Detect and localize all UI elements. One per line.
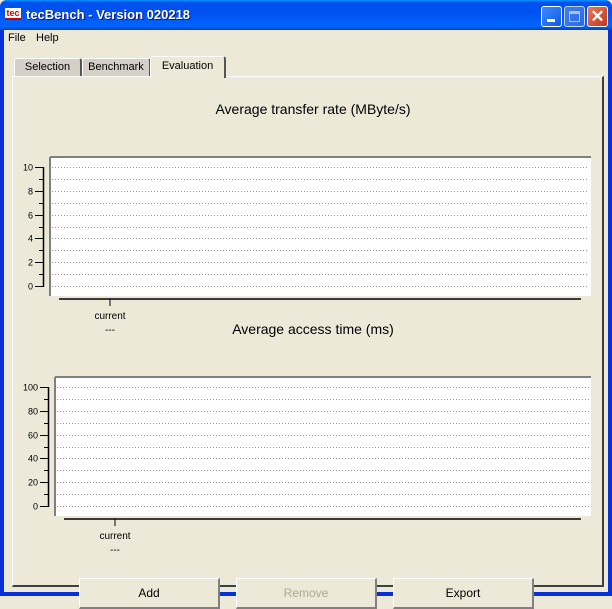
plot-area <box>50 157 591 296</box>
window-title: tecBench - Version 020218 <box>26 7 191 22</box>
close-button[interactable]: ✕ <box>587 6 608 27</box>
menu-bar: File Help <box>4 30 608 48</box>
y-tick-label: 4 <box>28 234 33 244</box>
y-tick-label: 8 <box>28 187 33 197</box>
x-tick-sublabel: --- <box>110 545 120 556</box>
y-tick-label: 80 <box>28 407 38 417</box>
tab-benchmark[interactable]: Benchmark <box>82 58 151 77</box>
x-tick-label: current <box>99 531 130 542</box>
y-tick-label: 60 <box>28 431 38 441</box>
close-icon: ✕ <box>590 7 605 26</box>
minimize-icon <box>547 19 555 22</box>
plot-area <box>55 377 591 516</box>
export-button[interactable]: Export <box>393 578 534 609</box>
maximize-button[interactable] <box>564 6 585 27</box>
y-tick-label: 6 <box>28 211 33 221</box>
tab-selection[interactable]: Selection <box>14 58 82 77</box>
y-tick-label: 20 <box>28 478 38 488</box>
y-tick-label: 2 <box>28 258 33 268</box>
tab-evaluation[interactable]: Evaluation <box>150 56 226 78</box>
app-window: tec tecBench - Version 020218 ✕ File Hel… <box>0 0 612 609</box>
y-tick-label: 0 <box>33 502 38 512</box>
evaluation-panel: Average transfer rate (MByte/s) 0 2 4 6 8 10 c… <box>12 76 604 609</box>
y-tick-label: 0 <box>28 282 33 292</box>
y-tick-label: 40 <box>28 454 38 464</box>
app-icon[interactable]: tec <box>5 8 21 20</box>
menu-file[interactable]: File <box>8 32 26 44</box>
y-tick-label: 100 <box>23 383 38 393</box>
title-bar[interactable]: tec tecBench - Version 020218 ✕ <box>0 0 612 30</box>
add-button[interactable]: Add <box>79 578 220 609</box>
remove-button[interactable]: Remove <box>236 578 377 609</box>
minimize-button[interactable] <box>541 6 562 27</box>
transfer-rate-chart: 0246810current--- <box>23 156 591 336</box>
maximize-icon <box>569 11 580 22</box>
menu-help[interactable]: Help <box>36 32 59 44</box>
access-time-chart: 0 20 40 60 80 100 current --- <box>23 376 591 556</box>
y-tick-label: 10 <box>23 163 33 173</box>
client-area: File Help Selection Benchmark Evaluation… <box>4 30 608 609</box>
